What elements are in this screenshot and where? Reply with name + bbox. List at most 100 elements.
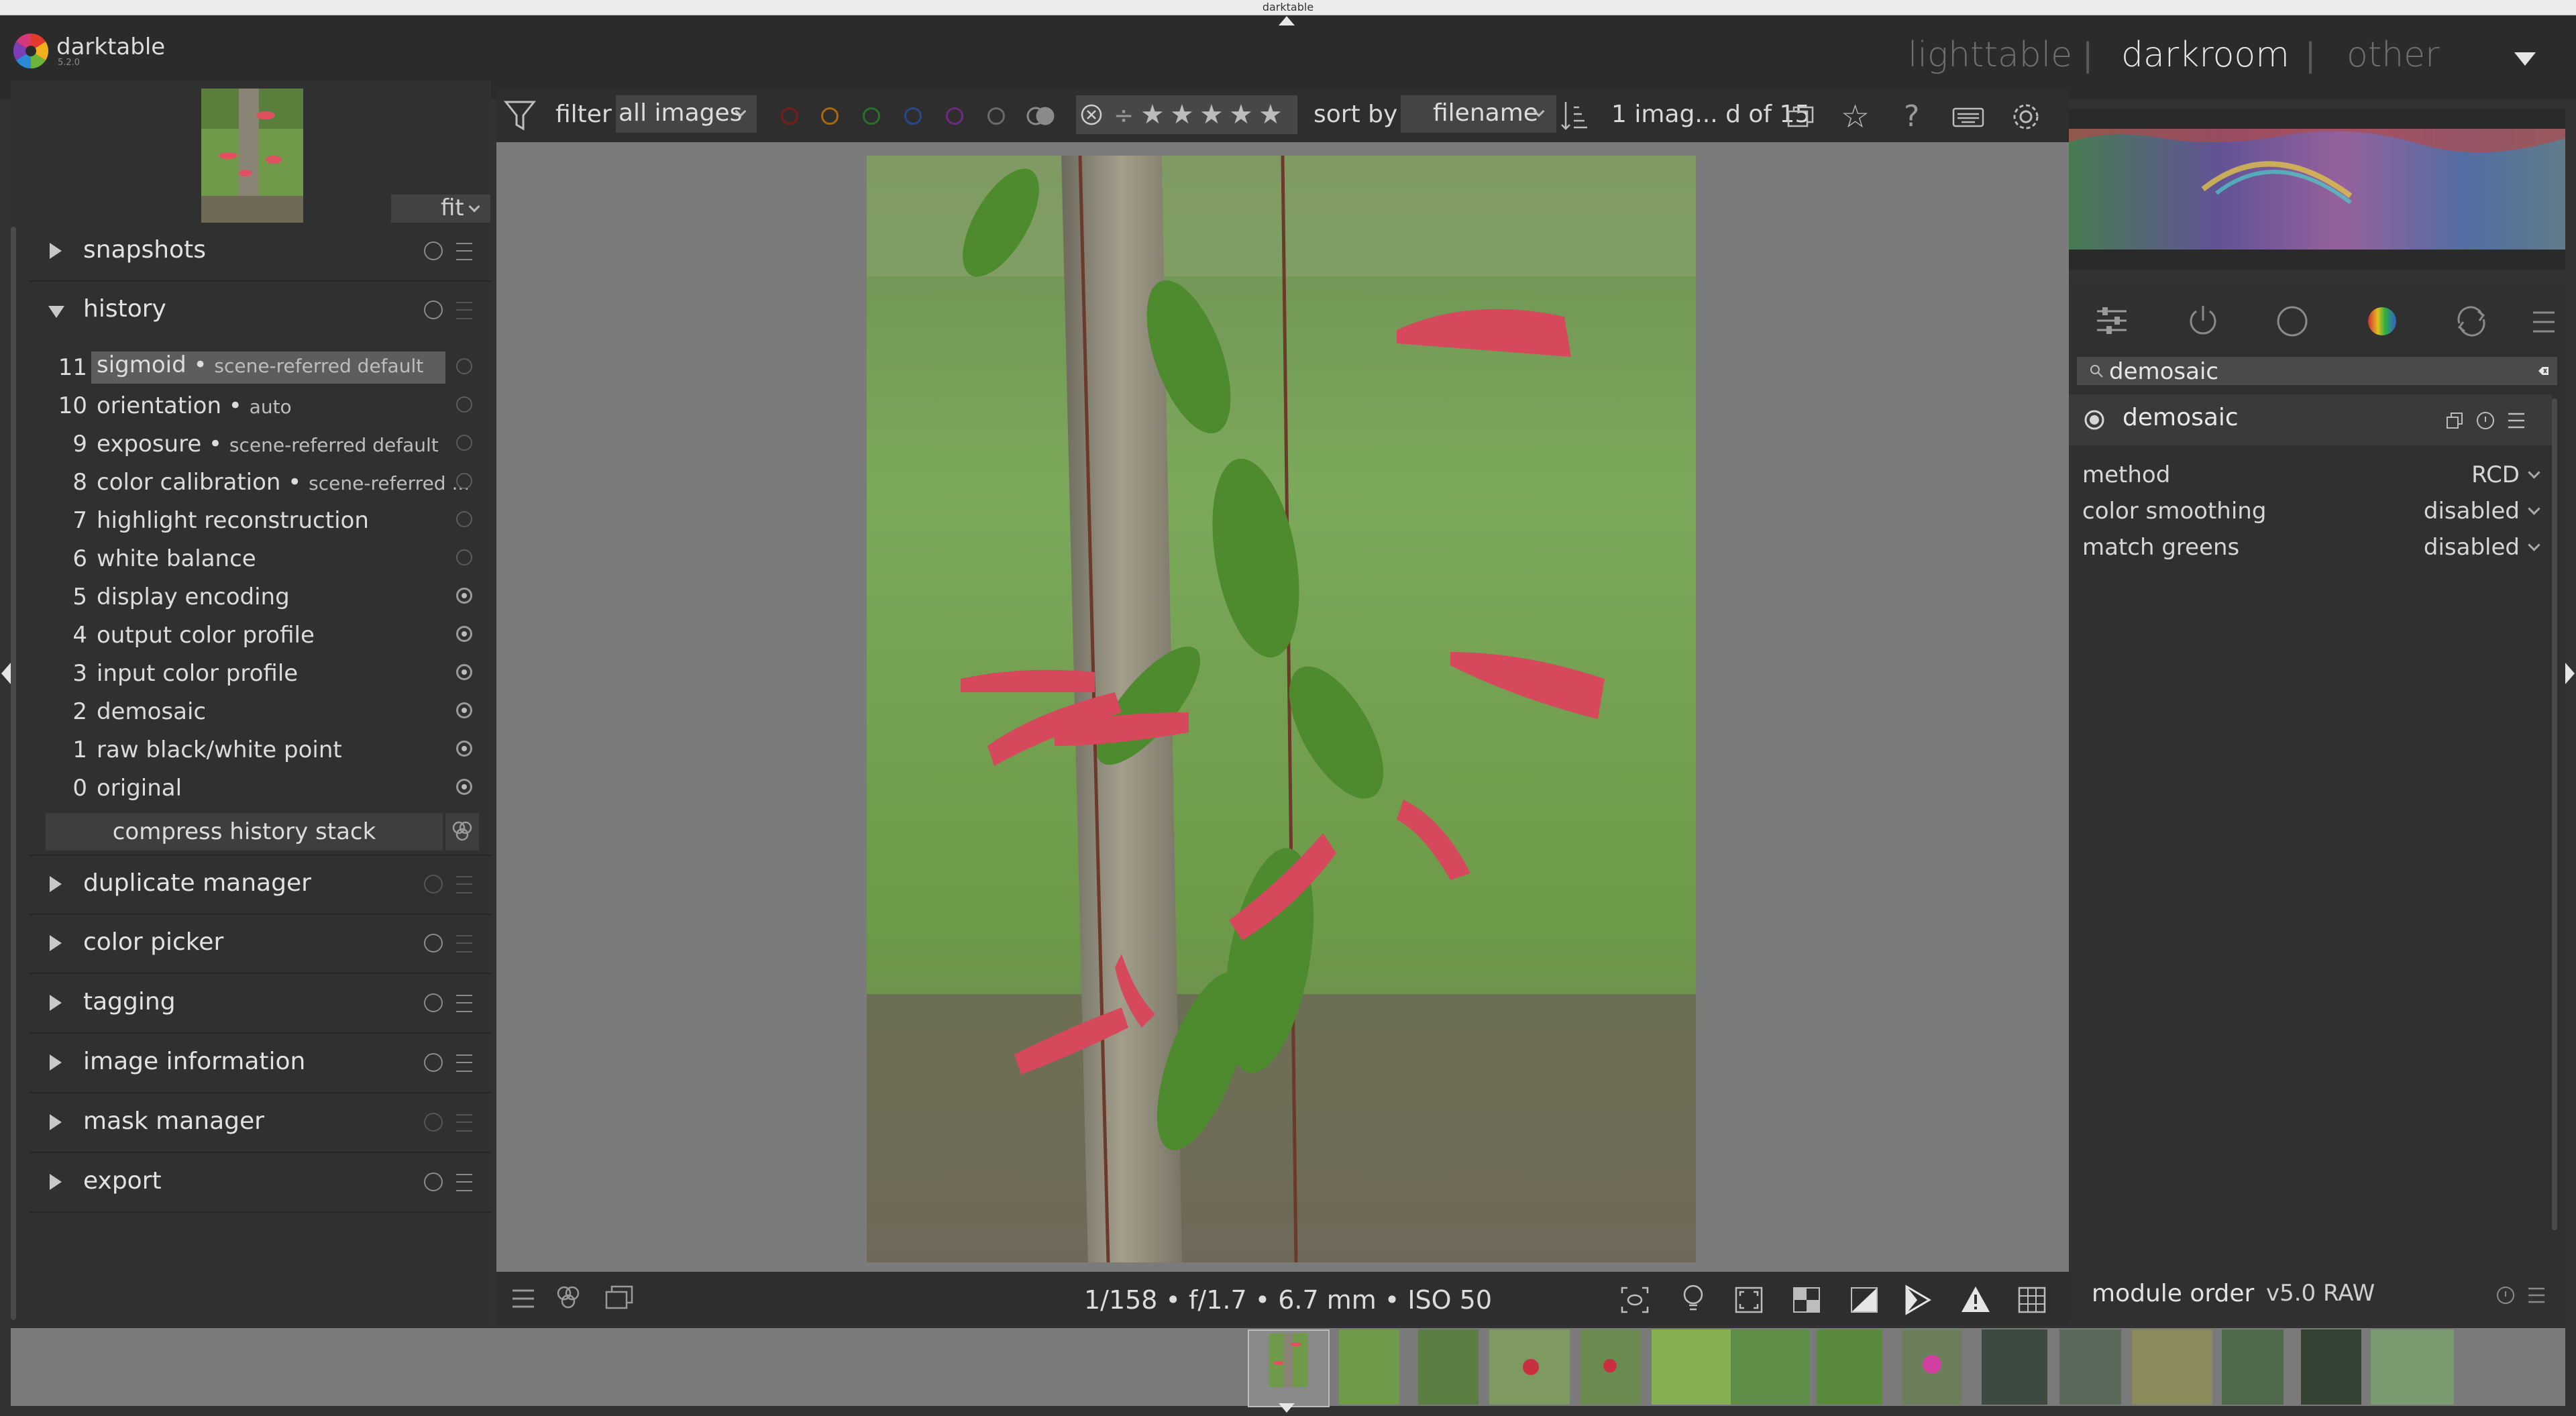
history-item[interactable]: 8 color calibration • scene-referred ... — [40, 464, 483, 501]
quick-access-panel-icon[interactable] — [2093, 302, 2131, 339]
presets-menu-icon[interactable] — [456, 243, 472, 260]
presets-menu-icon[interactable] — [456, 1114, 472, 1132]
histogram[interactable] — [2069, 109, 2565, 270]
correct-modules-icon[interactable] — [2453, 303, 2490, 339]
rating-filter[interactable]: ÷ ★ ★ ★ ★ ★ — [1076, 95, 1297, 134]
module-mask-manager[interactable]: mask manager — [30, 1094, 491, 1153]
star-icon[interactable]: ★ — [1170, 99, 1194, 130]
history-item[interactable]: 2 demosaic — [40, 693, 483, 730]
multi-instance-icon[interactable] — [2445, 411, 2465, 431]
history-item[interactable]: 3 input color profile — [40, 655, 483, 692]
module-image-information[interactable]: image information — [30, 1034, 491, 1093]
star-icon[interactable]: ★ — [1199, 99, 1224, 130]
module-power-icon[interactable] — [2084, 409, 2105, 431]
keyboard-shortcuts-icon[interactable] — [1952, 107, 1984, 127]
left-panel-scrollbar[interactable] — [11, 227, 16, 1320]
history-item[interactable]: 5 display encoding — [40, 578, 483, 616]
reject-icon[interactable] — [1080, 103, 1103, 126]
guides-icon[interactable] — [2017, 1285, 2047, 1315]
filmstrip-thumbnail[interactable] — [2371, 1329, 2454, 1405]
filmstrip-thumbnail[interactable] — [1489, 1329, 1570, 1405]
info-icon[interactable] — [424, 1173, 443, 1191]
softproof-icon[interactable] — [1849, 1285, 1880, 1315]
presets-menu-icon[interactable] — [456, 935, 472, 952]
color-label-purple-icon[interactable] — [946, 107, 963, 125]
presets-menu-icon[interactable] — [2526, 1287, 2546, 1304]
info-icon[interactable] — [2496, 1285, 2516, 1305]
color-modules-icon[interactable] — [2364, 303, 2400, 339]
filmstrip-thumbnail[interactable] — [2301, 1329, 2361, 1405]
module-tagging[interactable]: tagging — [30, 975, 491, 1034]
views-dropdown-icon[interactable] — [2514, 52, 2536, 66]
module-color-picker[interactable]: color picker — [30, 915, 491, 974]
history-item[interactable]: 11 sigmoid • scene-referred default — [40, 349, 483, 386]
help-icon[interactable]: ? — [1904, 99, 1919, 133]
history-item[interactable]: 7 highlight reconstruction — [40, 502, 483, 539]
star-icon[interactable]: ★ — [1140, 99, 1165, 130]
info-icon[interactable] — [424, 1113, 443, 1132]
filmstrip-thumbnail[interactable] — [1580, 1329, 1641, 1405]
param-match-greens[interactable]: match greens disabled — [2082, 530, 2545, 565]
module-order-value[interactable]: v5.0 RAW — [2266, 1280, 2375, 1307]
filmstrip-thumbnail[interactable] — [2132, 1329, 2212, 1405]
filmstrip-thumbnail[interactable] — [1652, 1329, 1731, 1405]
info-icon[interactable] — [424, 241, 443, 260]
color-label-operator-icon[interactable] — [1025, 106, 1057, 126]
color-label-green-icon[interactable] — [863, 107, 880, 125]
history-item[interactable]: 6 white balance — [40, 540, 483, 578]
collapse-left-panel-icon[interactable] — [1, 663, 11, 684]
presets-menu-icon[interactable] — [456, 302, 472, 319]
history-item[interactable]: 0 original — [40, 769, 483, 807]
filmstrip-thumbnail[interactable] — [1418, 1329, 1479, 1405]
view-lighttable[interactable]: lighttable — [1908, 35, 2072, 75]
raw-overexposed-icon[interactable] — [1733, 1285, 1764, 1315]
filmstrip-thumbnail[interactable] — [2059, 1329, 2121, 1405]
color-label-none-icon[interactable] — [987, 107, 1005, 125]
filmstrip-thumbnail[interactable] — [1902, 1329, 1962, 1405]
param-color-smoothing[interactable]: color smoothing disabled — [2082, 494, 2545, 529]
presets-menu-icon[interactable] — [456, 1054, 472, 1072]
info-icon[interactable] — [424, 875, 443, 893]
collapse-header-icon[interactable] — [1279, 16, 1295, 25]
info-icon[interactable] — [424, 1053, 443, 1072]
gamut-check-icon[interactable] — [1902, 1284, 1936, 1316]
filmstrip-thumbnail[interactable] — [1339, 1329, 1399, 1405]
create-style-button[interactable] — [445, 813, 479, 851]
zoom-fit-dropdown[interactable]: fit — [391, 195, 490, 223]
base-modules-icon[interactable] — [2274, 303, 2310, 339]
presets-menu-icon[interactable] — [2506, 412, 2526, 429]
module-groups-menu-icon[interactable] — [2530, 310, 2557, 334]
sort-dropdown[interactable]: filename — [1401, 95, 1556, 133]
focus-peaking-icon[interactable] — [1619, 1285, 1650, 1315]
history-item[interactable]: 9 exposure • scene-referred default — [40, 425, 483, 463]
clipping-icon[interactable] — [1791, 1285, 1822, 1315]
warning-icon[interactable] — [1959, 1284, 1992, 1315]
filmstrip-thumbnail-active[interactable] — [1248, 1329, 1330, 1407]
compress-history-button[interactable]: compress history stack — [46, 813, 443, 851]
filter-dropdown[interactable]: all images — [616, 95, 757, 133]
filmstrip-thumbnail[interactable] — [1982, 1329, 2047, 1405]
grouping-icon[interactable] — [1786, 103, 1817, 130]
module-header-demosaic[interactable]: demosaic — [2069, 394, 2552, 445]
view-other[interactable]: other — [2347, 35, 2440, 75]
collapse-filmstrip-icon[interactable] — [1279, 1403, 1295, 1413]
color-assessment-bulb-icon[interactable] — [1680, 1283, 1707, 1315]
navigation-thumbnail[interactable] — [201, 89, 303, 223]
star-overlay-icon[interactable]: ☆ — [1841, 98, 1870, 135]
clear-search-icon[interactable] — [2537, 365, 2549, 377]
color-label-red-icon[interactable] — [781, 107, 798, 125]
settings-gear-icon[interactable] — [2010, 101, 2042, 133]
filter-icon[interactable] — [503, 98, 537, 133]
filmstrip-thumbnail[interactable] — [2222, 1329, 2284, 1405]
color-label-blue-icon[interactable] — [904, 107, 922, 125]
photo[interactable] — [867, 155, 1696, 1263]
filmstrip-thumbnail[interactable] — [1817, 1329, 1882, 1405]
presets-menu-icon[interactable] — [456, 876, 472, 893]
history-item[interactable]: 10 orientation • auto — [40, 387, 483, 425]
param-method[interactable]: method RCD — [2082, 457, 2545, 492]
filmstrip-thumbnail[interactable] — [1731, 1329, 1810, 1405]
info-icon[interactable] — [424, 993, 443, 1012]
info-icon[interactable] — [424, 934, 443, 952]
history-item[interactable]: 1 raw black/white point — [40, 731, 483, 769]
module-export[interactable]: export — [30, 1154, 491, 1213]
